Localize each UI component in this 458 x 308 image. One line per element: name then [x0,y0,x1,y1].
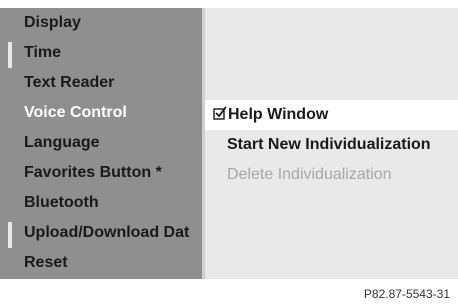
submenu-item-delete-individualization: Delete Individualization [227,166,392,183]
submenu-panel: Help Window Start New Individualization … [205,8,458,279]
main-menu-list: Display Time Text Reader Voice Control L… [0,8,202,278]
checkbox-checked-icon[interactable] [213,106,227,120]
menu-item-display[interactable]: Display [0,8,202,38]
main-menu-panel: Display Time Text Reader Voice Control L… [0,8,202,279]
menu-screen: Display Time Text Reader Voice Control L… [0,0,458,282]
menu-item-upload-download[interactable]: Upload/Download Dat [0,218,202,248]
menu-item-text-reader[interactable]: Text Reader [0,68,202,98]
submenu-item-start-new-individualization[interactable]: Start New Individualization [205,130,458,160]
menu-item-language[interactable]: Language [0,128,202,158]
figure-code: P82.87-5543-31 [363,287,450,301]
menu-item-reset[interactable]: Reset [0,248,202,278]
submenu-item-label: Help Window [228,106,329,123]
figure-footer: P82.87-5543-31 [0,282,458,308]
menu-item-voice-control[interactable]: Voice Control [0,98,202,128]
submenu-item-help-window[interactable]: Help Window [205,100,458,130]
submenu-list: Help Window Start New Individualization … [205,100,458,190]
menu-item-time[interactable]: Time [0,38,202,68]
menu-item-bluetooth[interactable]: Bluetooth [0,188,202,218]
menu-item-favorites-button[interactable]: Favorites Button * [0,158,202,188]
